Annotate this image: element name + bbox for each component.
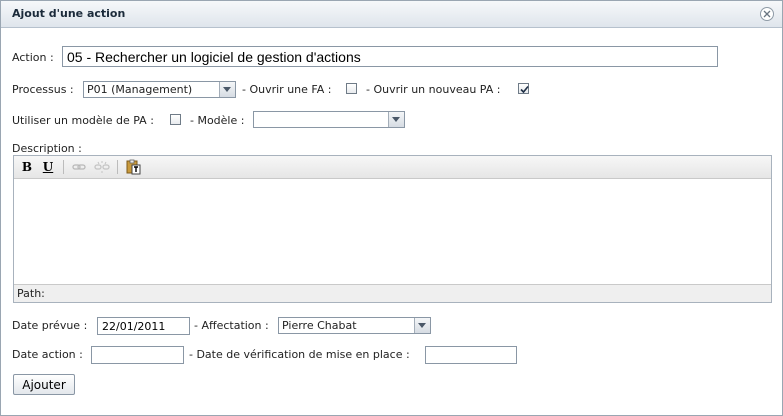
unlink-icon [94,161,110,173]
date-prevue-label: Date prévue : [12,319,88,332]
processus-selected-value: P01 (Management) [87,83,193,96]
chevron-down-icon [418,323,426,328]
editor-content-area[interactable] [14,179,771,284]
paste-text-button[interactable] [125,159,141,175]
check-icon [520,85,529,94]
ouvrir-pa-label: - Ouvrir un nouveau PA : [366,83,501,96]
date-action-label: Date action : [12,348,83,361]
description-editor: B U Path: [13,155,772,303]
toolbar-separator [63,160,64,174]
chevron-down-icon [223,87,231,92]
close-icon [763,10,771,18]
processus-dropdown-button[interactable] [219,82,235,97]
affectation-select[interactable]: Pierre Chabat [278,317,431,334]
modele-pa-label: Utiliser un modèle de PA : [12,114,154,127]
modele-dropdown-button[interactable] [388,112,404,127]
paste-text-icon [126,159,141,175]
toolbar-separator [117,160,118,174]
add-action-dialog: Ajout d'une action Action : Processus : … [0,0,783,416]
dialog-titlebar[interactable]: Ajout d'une action [1,1,782,28]
editor-path-bar: Path: [14,284,771,302]
modele-select[interactable] [253,111,405,128]
date-verification-input[interactable] [425,346,517,364]
link-icon [72,164,86,170]
affectation-label: - Affectation : [194,319,269,332]
date-verification-label: - Date de vérification de mise en place … [189,348,410,361]
ouvrir-pa-checkbox[interactable] [518,83,529,94]
date-prevue-input[interactable] [97,317,190,335]
ouvrir-fa-label: - Ouvrir une FA : [242,83,332,96]
affectation-dropdown-button[interactable] [414,318,430,333]
bold-button[interactable]: B [19,159,35,175]
date-action-input[interactable] [91,346,184,364]
affectation-selected-value: Pierre Chabat [282,319,357,332]
processus-label: Processus : [12,83,74,96]
action-label: Action : [12,51,54,64]
dialog-title: Ajout d'une action [12,7,126,20]
close-button[interactable] [760,7,774,21]
editor-path-label: Path: [17,287,45,300]
unlink-button[interactable] [94,159,110,175]
insert-link-button[interactable] [71,159,87,175]
chevron-down-icon [392,117,400,122]
modele-pa-checkbox[interactable] [170,114,181,125]
editor-toolbar: B U [14,156,771,179]
modele-label: - Modèle : [190,114,245,127]
action-input[interactable] [62,46,718,67]
ouvrir-fa-checkbox[interactable] [346,83,357,94]
underline-button[interactable]: U [40,159,56,175]
description-label: Description : [12,142,82,155]
add-button[interactable]: Ajouter [13,374,75,395]
processus-select[interactable]: P01 (Management) [83,81,236,98]
